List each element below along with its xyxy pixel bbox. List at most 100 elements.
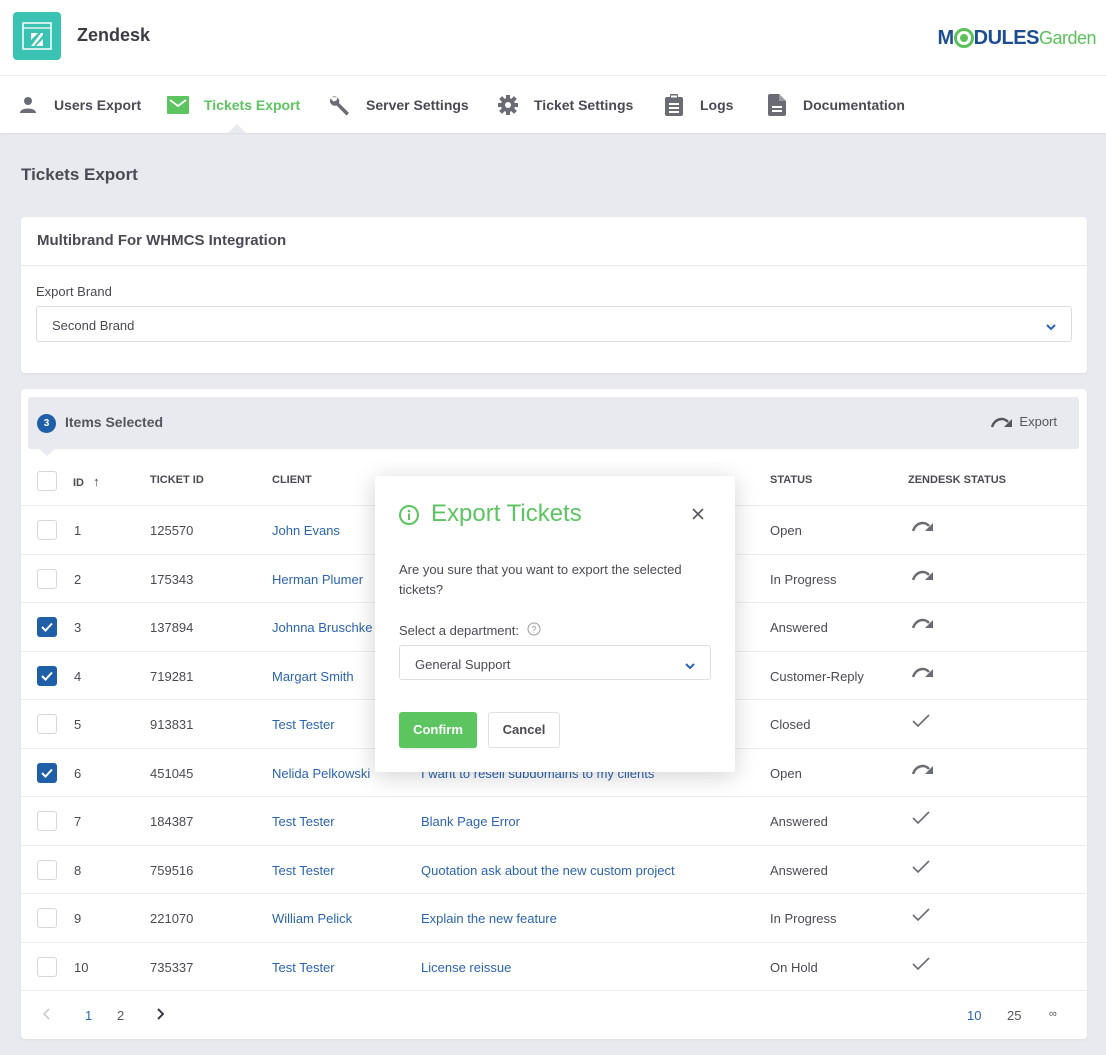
column-header-status[interactable]: Status (770, 474, 812, 486)
cell-ticket-id: 735337 (150, 959, 194, 975)
cell-id: 3 (74, 620, 82, 635)
export-icon[interactable] (911, 617, 934, 632)
row-checkbox[interactable] (37, 956, 57, 977)
page-1-button[interactable]: 1 (85, 1008, 92, 1023)
column-header-ticket-id[interactable]: Ticket ID (150, 474, 204, 486)
cell-id: 10 (74, 959, 89, 975)
check-icon (912, 714, 930, 731)
cell-status: Closed (770, 717, 811, 732)
cell-subject-link[interactable]: Quotation ask about the new custom proje… (421, 863, 675, 878)
nav-item-server-settings[interactable]: Server Settings (328, 76, 469, 133)
export-tickets-modal: Export Tickets Are you sure that you wan… (375, 476, 735, 772)
row-checkbox[interactable] (37, 520, 57, 540)
page-size-25[interactable]: 25 (1007, 1008, 1021, 1023)
cell-client-link[interactable]: Herman Plumer (272, 572, 363, 587)
export-icon[interactable] (911, 520, 934, 535)
row-checkbox[interactable] (37, 811, 57, 831)
cell-id: 7 (74, 814, 82, 829)
cell-client-link[interactable]: Margart Smith (272, 669, 354, 684)
cell-client-link[interactable]: Test Tester (272, 863, 335, 878)
nav-item-documentation[interactable]: Documentation (765, 76, 905, 133)
confirm-button[interactable]: Confirm (399, 712, 477, 748)
pagination: 1 2 10 25 ∞ (21, 990, 1087, 1039)
cell-client-link[interactable]: Test Tester (272, 814, 335, 829)
check-icon (912, 908, 930, 925)
multibrand-card: Multibrand For WHMCS Integration Export … (21, 217, 1087, 373)
prev-page-icon[interactable] (42, 1008, 51, 1023)
nav-item-logs[interactable]: Logs (662, 76, 733, 133)
divider (21, 265, 1087, 266)
cell-id: 9 (74, 911, 82, 926)
check-icon (912, 811, 930, 828)
column-header-id[interactable]: ID ↑ (73, 474, 100, 489)
row-checkbox[interactable] (37, 568, 57, 589)
column-header-client[interactable]: Client (272, 474, 312, 486)
page-size-all[interactable]: ∞ (1049, 1008, 1057, 1020)
cell-ticket-id: 137894 (150, 620, 194, 635)
cell-client-link[interactable]: John Evans (272, 523, 340, 538)
export-brand-label: Export Brand (36, 284, 112, 299)
export-icon[interactable] (911, 763, 934, 778)
next-page-icon[interactable] (156, 1008, 165, 1023)
nav-item-users-export[interactable]: Users Export (16, 76, 141, 133)
cell-id: 6 (74, 765, 82, 781)
top-bar: Zendesk M DULES Garden (0, 0, 1106, 76)
department-select[interactable]: General Support (399, 645, 711, 680)
cell-client-link[interactable]: William Pelick (272, 911, 352, 926)
cell-id: 5 (74, 717, 82, 732)
nav-item-ticket-settings[interactable]: Ticket Settings (496, 76, 633, 133)
cancel-button[interactable]: Cancel (488, 712, 560, 748)
app-title: Zendesk (77, 25, 151, 45)
cell-subject-link[interactable]: Explain the new feature (421, 911, 557, 926)
select-all-checkbox[interactable] (37, 471, 57, 491)
card-title: Multibrand For WHMCS Integration (37, 232, 287, 249)
cell-client-link[interactable]: Nelida Pelkowski (272, 766, 370, 781)
cell-status: Answered (770, 862, 828, 878)
document-icon (765, 93, 789, 117)
user-icon (16, 93, 40, 117)
page-title: Tickets Export (21, 165, 138, 184)
cell-ticket-id: 759516 (150, 862, 194, 878)
cell-client-link[interactable]: Test Tester (272, 960, 335, 975)
clipboard-icon (662, 93, 686, 117)
sort-asc-icon: ↑ (93, 474, 100, 489)
cell-ticket-id: 175343 (150, 571, 194, 587)
cell-status: Answered (770, 814, 828, 829)
bulk-actions-bar: 3 Items Selected Export (28, 397, 1079, 449)
active-tab-indicator (228, 124, 246, 133)
cell-subject-link[interactable]: License reissue (421, 960, 511, 975)
info-icon (398, 504, 420, 529)
export-icon (991, 417, 1013, 427)
row-checkbox[interactable] (37, 908, 57, 928)
cell-ticket-id: 125570 (150, 523, 194, 538)
close-icon[interactable] (691, 507, 705, 524)
row-checkbox[interactable] (37, 762, 57, 783)
cell-ticket-id: 719281 (150, 668, 194, 684)
export-icon[interactable] (911, 569, 934, 584)
department-label: Select a department: ? (399, 622, 541, 639)
cell-ticket-id: 451045 (150, 765, 194, 781)
row-checkbox[interactable] (37, 665, 57, 686)
row-checkbox[interactable] (37, 859, 57, 880)
chevron-down-icon (684, 658, 696, 673)
cell-client-link[interactable]: Test Tester (272, 717, 335, 732)
cell-ticket-id: 184387 (150, 814, 194, 829)
table-row: 7 184387 Test Tester Blank Page Error Answer… (21, 796, 1087, 845)
help-icon[interactable]: ? (527, 622, 541, 639)
cell-subject-link[interactable]: Blank Page Error (421, 814, 520, 829)
modal-title: Export Tickets (431, 500, 582, 527)
selected-label: Items Selected (65, 414, 164, 430)
gear-icon (496, 93, 520, 117)
export-icon[interactable] (911, 666, 934, 681)
export-brand-select[interactable]: Second Brand (36, 306, 1072, 342)
row-checkbox[interactable] (37, 714, 57, 734)
page-2-button[interactable]: 2 (117, 1008, 124, 1023)
cell-client-link[interactable]: Johnna Bruschke (272, 620, 372, 635)
wrench-icon (328, 93, 352, 117)
cell-ticket-id: 221070 (150, 911, 194, 926)
cell-status: Answered (770, 620, 828, 635)
page-size-10[interactable]: 10 (967, 1008, 981, 1023)
column-header-zendesk-status[interactable]: Zendesk Status (908, 474, 1006, 486)
bulk-export-button[interactable]: Export (991, 414, 1057, 429)
row-checkbox[interactable] (37, 617, 57, 637)
